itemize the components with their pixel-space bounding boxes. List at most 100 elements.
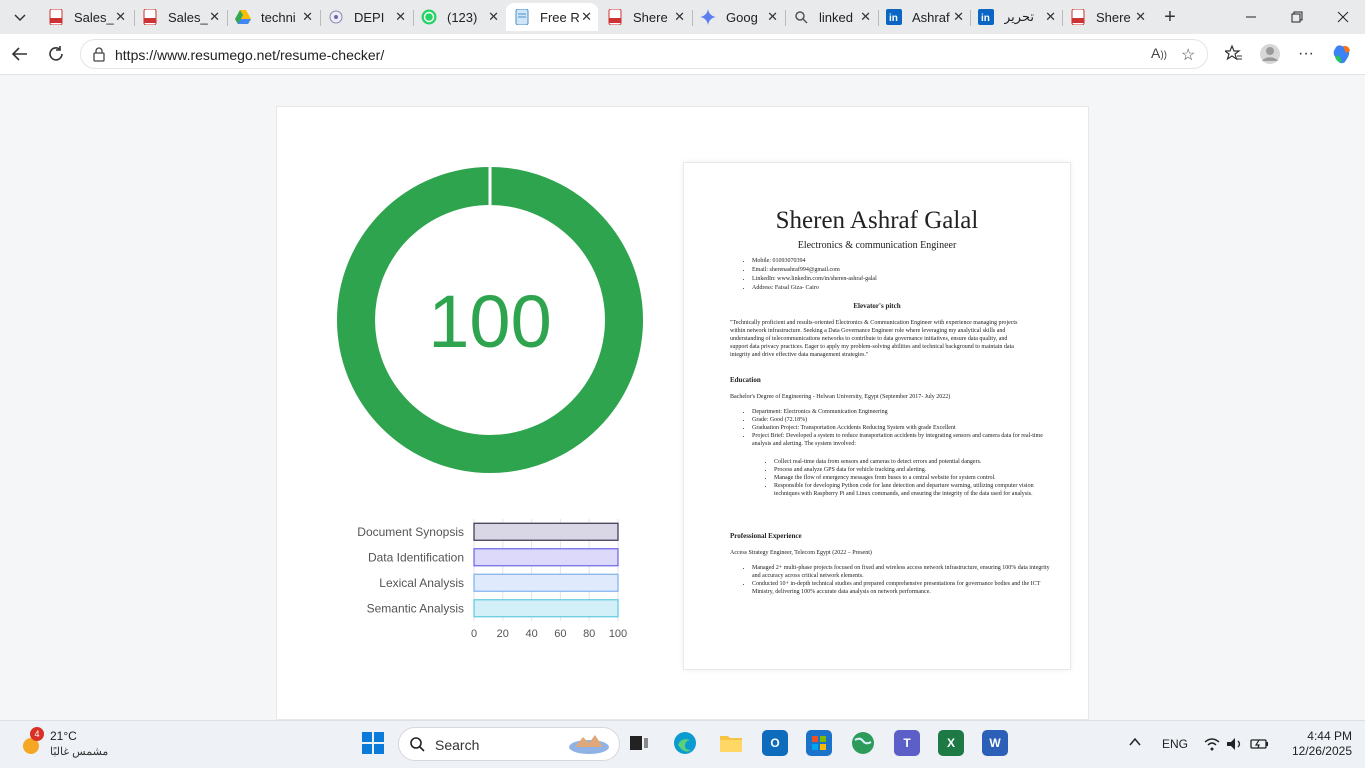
favorite-star-icon[interactable]: ☆ — [1181, 45, 1195, 65]
resume-job: Access Strategy Engineer, Telecom Egypt … — [730, 550, 872, 556]
close-icon[interactable]: ✕ — [860, 9, 871, 25]
favorites-button[interactable] — [1220, 40, 1248, 68]
language-indicator[interactable]: ENG — [1162, 737, 1188, 751]
task-view-button[interactable] — [626, 730, 652, 756]
close-icon[interactable]: ✕ — [1045, 9, 1056, 25]
address-toolbar: https://www.resumego.net/resume-checker/… — [0, 34, 1365, 75]
svg-text:in: in — [889, 13, 898, 24]
edge-taskbar-button[interactable] — [672, 730, 698, 756]
tab-linkedin-search[interactable]: linked ✕ — [785, 3, 877, 31]
close-icon[interactable]: ✕ — [1135, 9, 1146, 25]
chart-bar — [473, 573, 619, 592]
read-aloud-icon[interactable]: A)) — [1151, 45, 1167, 61]
globe-app-button[interactable] — [850, 730, 876, 756]
resume-project-item: Process and analyze GPS data for vehicle… — [774, 466, 1044, 474]
tab-whatsapp[interactable]: (123) ✕ — [413, 3, 505, 31]
task-view-icon — [630, 736, 648, 750]
chart-bar — [473, 522, 619, 541]
search-highlight-icon — [569, 735, 609, 754]
resume-preview[interactable]: Sheren Ashraf Galal Electronics & commun… — [683, 162, 1071, 670]
weather-temp: 21°C — [50, 729, 77, 743]
tab-depi[interactable]: DEPI ✕ — [320, 3, 412, 31]
new-tab-button[interactable]: + — [1156, 3, 1184, 31]
globe-icon — [852, 732, 874, 754]
close-icon[interactable]: ✕ — [209, 9, 220, 25]
chart-bar — [473, 548, 619, 567]
close-icon[interactable]: ✕ — [395, 9, 406, 25]
tab-linkedin-ashraf[interactable]: in Ashraf ✕ — [878, 3, 970, 31]
search-icon — [410, 737, 425, 752]
resume-project-item: Collect real-time data from sensors and … — [774, 458, 1044, 466]
resume-contact-item: Email: sherenashraf994@gmail.com — [752, 266, 1052, 275]
resume-education-item: Graduation Project: Transportation Accid… — [752, 424, 1052, 432]
volume-icon[interactable] — [1226, 737, 1244, 751]
restore-icon — [1291, 11, 1303, 23]
taskbar-search[interactable]: Search — [398, 727, 620, 761]
page-content: 100 Document Synopsis Data Identification… — [0, 75, 1365, 720]
tab-sheren-1[interactable]: Shere ✕ — [599, 3, 691, 31]
resume-experience-item: Conducted 10+ in-depth technical studies… — [752, 580, 1052, 596]
minimize-button[interactable] — [1228, 0, 1274, 34]
chevron-down-icon — [14, 14, 26, 22]
refresh-button[interactable] — [42, 40, 70, 68]
resume-experience-list: Managed 2+ multi-phase projects focused … — [730, 564, 1052, 596]
arrow-left-icon — [11, 47, 27, 61]
tab-sales-2[interactable]: Sales_ ✕ — [134, 3, 226, 31]
close-icon[interactable]: ✕ — [302, 9, 313, 25]
favorites-icon — [1225, 45, 1242, 61]
taskbar: 4 21°C مشمس غالبًا Search O T X W ENG 4:… — [0, 720, 1365, 768]
chart-category-label: Data Identification — [368, 550, 464, 564]
tab-google-gemini[interactable]: Goog ✕ — [692, 3, 784, 31]
excel-button[interactable]: X — [938, 730, 964, 756]
copilot-button[interactable] — [1328, 40, 1356, 68]
windows-icon — [362, 732, 384, 754]
tab-technical[interactable]: techni ✕ — [227, 3, 319, 31]
tab-free-resume-checker[interactable]: Free R ✕ — [506, 3, 598, 31]
tab-strip: Sales_ ✕ Sales_ ✕ techni ✕ DEPI ✕ (123) … — [0, 0, 1365, 34]
close-icon[interactable]: ✕ — [767, 9, 778, 25]
tab-sales-1[interactable]: Sales_ ✕ — [40, 3, 132, 31]
resume-contact-item: Mobile: 01093070394 — [752, 257, 1052, 266]
close-icon[interactable]: ✕ — [488, 9, 499, 25]
folder-icon — [720, 736, 742, 752]
restore-button[interactable] — [1274, 0, 1320, 34]
teams-button[interactable]: T — [894, 730, 920, 756]
close-icon[interactable]: ✕ — [674, 9, 685, 25]
show-hidden-icons-button[interactable] — [1128, 735, 1142, 752]
close-icon — [1337, 11, 1349, 23]
tab-label: Shere — [633, 9, 668, 25]
svg-text:in: in — [981, 13, 990, 24]
tab-actions-button[interactable] — [6, 3, 34, 31]
settings-menu-button[interactable]: ··· — [1292, 40, 1320, 68]
store-button[interactable] — [806, 730, 832, 756]
resume-contact-item: LinkedIn: www.linkedin.com/in/sheren-ash… — [752, 275, 1052, 284]
address-bar[interactable]: https://www.resumego.net/resume-checker/… — [80, 39, 1208, 69]
tab-linkedin-edit[interactable]: in تحرير ✕ — [970, 3, 1062, 31]
close-icon[interactable]: ✕ — [581, 9, 592, 25]
tab-label: Sales_ — [168, 9, 208, 25]
start-button[interactable] — [360, 730, 386, 756]
pdf-icon — [48, 9, 64, 25]
file-explorer-button[interactable] — [718, 730, 744, 756]
outlook-button[interactable]: O — [762, 730, 788, 756]
avatar — [1260, 44, 1280, 64]
site-info-icon[interactable] — [91, 46, 107, 62]
close-icon[interactable]: ✕ — [953, 9, 964, 25]
pdf-icon — [142, 9, 158, 25]
profile-button[interactable] — [1256, 40, 1284, 68]
resume-education-item: Department: Electronics & Communication … — [752, 408, 1052, 416]
word-button[interactable]: W — [982, 730, 1008, 756]
weather-desc: مشمس غالبًا — [50, 746, 109, 758]
back-button[interactable] — [6, 40, 34, 68]
clock[interactable]: 4:44 PM 12/26/2025 — [1282, 729, 1352, 759]
tab-sheren-2[interactable]: Shere ✕ — [1062, 3, 1152, 31]
battery-icon[interactable] — [1250, 737, 1270, 751]
tab-label: Free R — [540, 9, 580, 25]
wifi-icon[interactable] — [1204, 737, 1220, 751]
weather-widget[interactable]: 4 21°C مشمس غالبًا — [14, 727, 124, 763]
resume-education-item: Grade: Good (72.18%) — [752, 416, 1052, 424]
close-icon[interactable]: ✕ — [115, 9, 126, 25]
score-gauge: 100 — [337, 167, 643, 473]
weather-badge: 4 — [30, 727, 44, 741]
close-window-button[interactable] — [1320, 0, 1365, 34]
